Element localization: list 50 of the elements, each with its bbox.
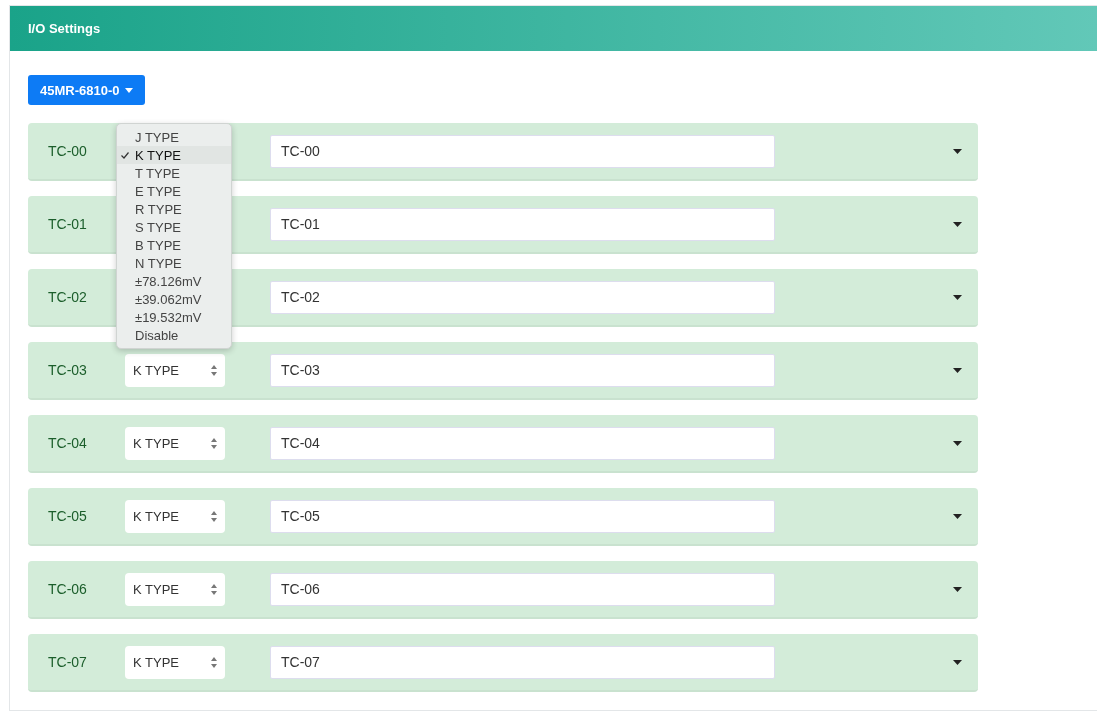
- caret-icon[interactable]: [953, 221, 962, 227]
- menu-item[interactable]: K TYPE: [117, 146, 231, 164]
- checkmark-icon: [121, 152, 129, 159]
- type-select[interactable]: K TYPE: [125, 499, 225, 533]
- menu-item[interactable]: J TYPE: [117, 128, 231, 146]
- caret-icon[interactable]: [953, 586, 962, 592]
- updown-icon: [211, 364, 217, 376]
- channel-label: TC-04: [48, 435, 88, 451]
- caret-icon[interactable]: [953, 148, 962, 154]
- menu-item[interactable]: T TYPE: [117, 164, 231, 182]
- menu-item[interactable]: ±39.062mV: [117, 290, 231, 308]
- channel-name-field[interactable]: TC-04: [270, 426, 775, 460]
- caret-icon[interactable]: [953, 294, 962, 300]
- updown-icon: [211, 437, 217, 449]
- panel-title: I/O Settings: [10, 6, 1097, 51]
- channel-name-field[interactable]: TC-03: [270, 353, 775, 387]
- menu-item[interactable]: ±19.532mV: [117, 308, 231, 326]
- updown-icon: [211, 583, 217, 595]
- menu-item[interactable]: Disable: [117, 326, 231, 344]
- type-select[interactable]: K TYPE: [125, 572, 225, 606]
- type-select[interactable]: K TYPE: [125, 426, 225, 460]
- caret-icon[interactable]: [953, 513, 962, 519]
- type-select[interactable]: K TYPE: [125, 645, 225, 679]
- type-select[interactable]: K TYPE: [125, 353, 225, 387]
- channel-label: TC-01: [48, 216, 88, 232]
- channel-name-field[interactable]: TC-05: [270, 499, 775, 533]
- menu-item[interactable]: R TYPE: [117, 200, 231, 218]
- channel-label: TC-05: [48, 508, 88, 524]
- updown-icon: [211, 656, 217, 668]
- channel-name-field[interactable]: TC-01: [270, 207, 775, 241]
- menu-item[interactable]: B TYPE: [117, 236, 231, 254]
- caret-icon[interactable]: [953, 367, 962, 373]
- menu-item[interactable]: S TYPE: [117, 218, 231, 236]
- device-dropdown-button[interactable]: 45MR-6810-0: [28, 75, 145, 105]
- menu-item[interactable]: N TYPE: [117, 254, 231, 272]
- caret-icon: [124, 87, 133, 93]
- channel-name-field[interactable]: TC-07: [270, 645, 775, 679]
- channel-name-field[interactable]: TC-02: [270, 280, 775, 314]
- menu-item[interactable]: E TYPE: [117, 182, 231, 200]
- menu-item[interactable]: ±78.126mV: [117, 272, 231, 290]
- channel-label: TC-07: [48, 654, 88, 670]
- channel-label: TC-00: [48, 143, 88, 159]
- channel-label: TC-02: [48, 289, 88, 305]
- channel-name-field[interactable]: TC-00: [270, 134, 775, 168]
- channel-name-field[interactable]: TC-06: [270, 572, 775, 606]
- channel-label: TC-06: [48, 581, 88, 597]
- updown-icon: [211, 510, 217, 522]
- caret-icon[interactable]: [953, 659, 962, 665]
- channel-label: TC-03: [48, 362, 88, 378]
- caret-icon[interactable]: [953, 440, 962, 446]
